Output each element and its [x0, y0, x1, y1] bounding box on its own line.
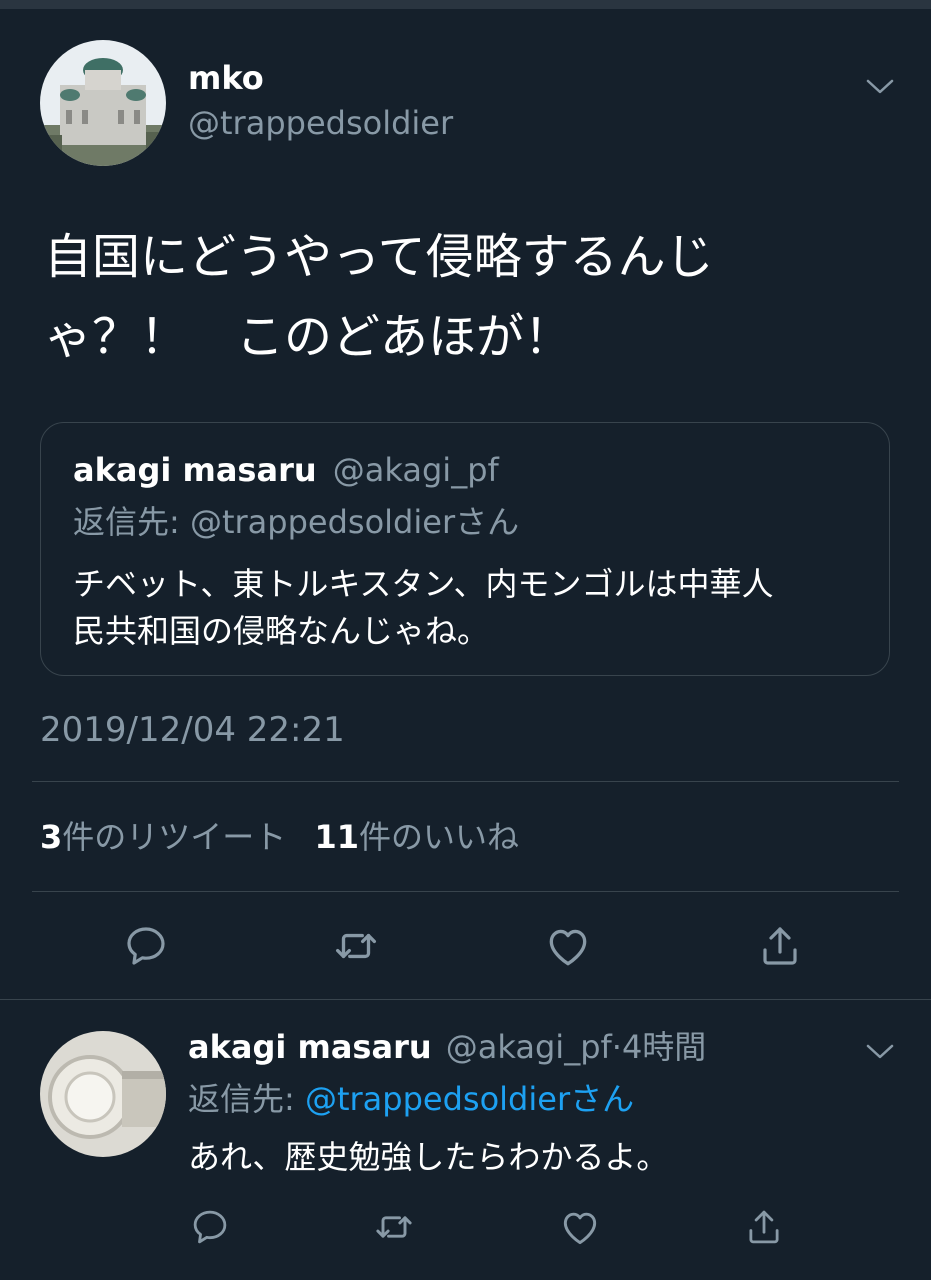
- quoted-text-line-2: 民共和国の侵略なんじゃね。: [73, 612, 490, 650]
- reply-icon[interactable]: [118, 918, 174, 974]
- reply-author-name[interactable]: akagi masaru: [188, 1028, 432, 1066]
- reply-to-handle-link[interactable]: @trappedsoldier: [305, 1080, 570, 1118]
- tweet-text-line-1: 自国にどうやって侵略するんじ: [44, 229, 714, 285]
- quoted-reply-to-suffix: さん: [455, 503, 520, 541]
- quoted-reply-to: 返信先: @trappedsoldierさん: [73, 501, 519, 543]
- tweet-stats: 3件のリツイート 11件のいいね: [40, 815, 519, 859]
- reply-to-prefix: 返信先:: [188, 1080, 305, 1118]
- quoted-reply-to-prefix: 返信先:: [73, 503, 190, 541]
- divider: [32, 891, 899, 892]
- reply-icon[interactable]: [186, 1203, 234, 1251]
- retweet-stat[interactable]: 3件のリツイート: [40, 818, 286, 856]
- quoted-tweet-header: akagi masaru @akagi_pf: [73, 449, 499, 491]
- divider: [32, 781, 899, 782]
- quoted-author-name: akagi masaru: [73, 451, 317, 489]
- share-icon[interactable]: [752, 918, 808, 974]
- author-avatar[interactable]: [40, 40, 166, 166]
- tweet-timestamp[interactable]: 2019/12/04 22:21: [40, 708, 345, 752]
- quoted-reply-to-handle: @trappedsoldier: [189, 503, 456, 541]
- like-count: 11: [314, 818, 359, 856]
- chevron-down-icon[interactable]: [862, 1033, 898, 1069]
- reply-separator: ·: [611, 1028, 622, 1066]
- author-handle[interactable]: @trappedsoldier: [188, 103, 453, 143]
- tweet-text-line-2: ゃ？！ このどあほが！: [44, 309, 573, 365]
- reply-text: あれ、歴史勉強したらわかるよ。: [188, 1138, 669, 1176]
- like-stat[interactable]: 11件のいいね: [314, 818, 519, 856]
- reply-author-handle[interactable]: @akagi_pf: [446, 1028, 612, 1066]
- share-icon[interactable]: [740, 1203, 788, 1251]
- reply-author-avatar[interactable]: [40, 1031, 166, 1157]
- quoted-text-line-1: チベット、東トルキスタン、内モンゴルは中華人: [73, 565, 774, 603]
- retweet-icon[interactable]: [328, 918, 384, 974]
- like-label: 件のいいね: [358, 818, 519, 856]
- like-icon[interactable]: [540, 918, 596, 974]
- retweet-label: 件のリツイート: [62, 818, 287, 856]
- divider: [0, 999, 931, 1000]
- top-edge-bar: [0, 0, 931, 9]
- reply-time[interactable]: 4時間: [622, 1028, 706, 1066]
- chevron-down-icon[interactable]: [862, 68, 898, 104]
- retweet-count: 3: [40, 818, 63, 856]
- author-name[interactable]: mko: [188, 58, 264, 98]
- like-icon[interactable]: [556, 1203, 604, 1251]
- retweet-icon[interactable]: [370, 1203, 418, 1251]
- quoted-author-handle: @akagi_pf: [332, 451, 499, 489]
- reply-header: akagi masaru @akagi_pf·4時間: [188, 1026, 706, 1068]
- reply-to-suffix[interactable]: さん: [570, 1080, 634, 1118]
- reply-to: 返信先: @trappedsoldierさん: [188, 1078, 634, 1120]
